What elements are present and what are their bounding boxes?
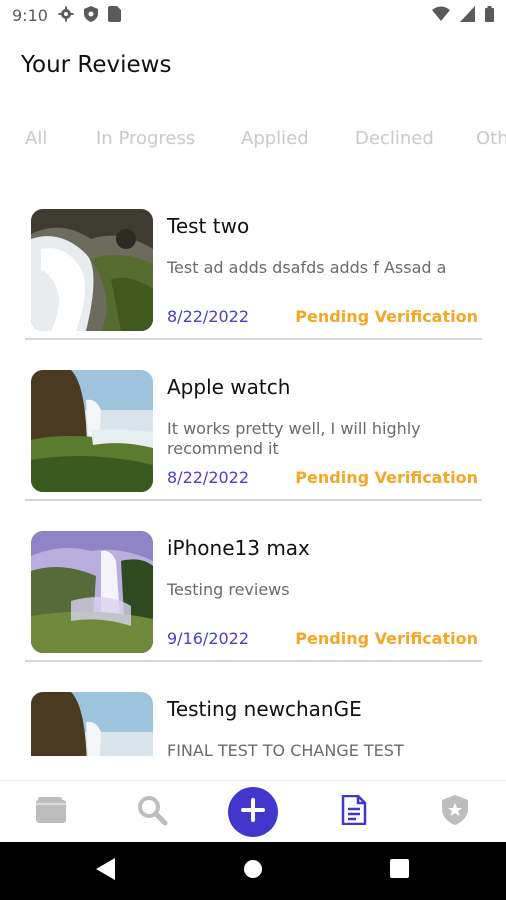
review-description: FINAL TEST TO CHANGE TEST (167, 741, 404, 756)
status-time: 9:10 (12, 6, 48, 25)
signal-icon (460, 6, 475, 27)
wallet-icon (35, 796, 67, 829)
add-icon (240, 797, 266, 828)
bottom-nav (0, 780, 506, 843)
back-button[interactable] (76, 842, 136, 900)
review-date: 9/16/2022 (167, 629, 250, 648)
review-status: Pending Verification (295, 468, 478, 487)
tab-applied[interactable]: Applied (241, 128, 309, 149)
review-date: 8/22/2022 (167, 468, 250, 487)
nav-wallet[interactable] (21, 781, 81, 843)
tab-in-progress[interactable]: In Progress (96, 128, 195, 149)
status-bar: 9:10 (0, 0, 506, 30)
home-button[interactable] (223, 842, 283, 900)
review-status: Pending Verification (295, 629, 478, 648)
waterfall-misty-image (31, 531, 153, 653)
gear-icon (58, 6, 74, 27)
review-description: It works pretty well, I will highly reco… (167, 419, 421, 458)
waterfall-cliff-image (31, 692, 153, 756)
recents-button[interactable] (369, 842, 429, 900)
review-title: Apple watch (167, 375, 291, 399)
review-description: Testing reviews (167, 580, 290, 599)
review-date: 8/22/2022 (167, 307, 250, 326)
review-title: Testing newchanGE (167, 697, 362, 721)
review-card[interactable]: iPhone13 max Testing reviews 9/16/2022 P… (25, 518, 482, 662)
review-thumbnail (31, 209, 153, 331)
system-nav-bar (0, 842, 506, 900)
document-icon (341, 794, 367, 830)
review-thumbnail (31, 692, 153, 756)
search-icon (136, 794, 168, 831)
waterfall-rocks-image (31, 209, 153, 331)
shield-icon (84, 6, 98, 27)
nav-shield[interactable] (425, 781, 485, 843)
waterfall-cliff-image (31, 370, 153, 492)
review-status: Pending Verification (295, 307, 478, 326)
review-card[interactable]: Apple watch It works pretty well, I will… (25, 357, 482, 501)
tab-declined[interactable]: Declined (355, 128, 434, 149)
wifi-icon (432, 6, 450, 27)
shield-star-icon (442, 794, 468, 830)
page-title: Your Reviews (21, 52, 172, 78)
review-thumbnail (31, 370, 153, 492)
back-icon (96, 857, 116, 885)
nav-reviews[interactable] (324, 781, 384, 843)
review-card[interactable]: Testing newchanGE FINAL TEST TO CHANGE T… (25, 679, 482, 756)
battery-icon (485, 6, 494, 27)
review-thumbnail (31, 531, 153, 653)
nav-add[interactable] (223, 781, 283, 843)
review-description: Test ad adds dsafds adds f Assad a (167, 258, 447, 277)
recents-icon (389, 859, 409, 883)
home-icon (243, 859, 263, 884)
tab-other[interactable]: Oth (476, 128, 506, 149)
review-card[interactable]: Test two Test ad adds dsafds adds f Assa… (25, 196, 482, 340)
sim-card-icon (108, 6, 121, 27)
filter-tabs: All In Progress Applied Declined Oth (0, 128, 506, 158)
review-title: iPhone13 max (167, 536, 310, 560)
tab-all[interactable]: All (25, 128, 47, 149)
review-title: Test two (167, 214, 250, 238)
review-list[interactable]: Test two Test ad adds dsafds adds f Assa… (0, 196, 506, 756)
add-button[interactable] (228, 787, 278, 837)
nav-search[interactable] (122, 781, 182, 843)
